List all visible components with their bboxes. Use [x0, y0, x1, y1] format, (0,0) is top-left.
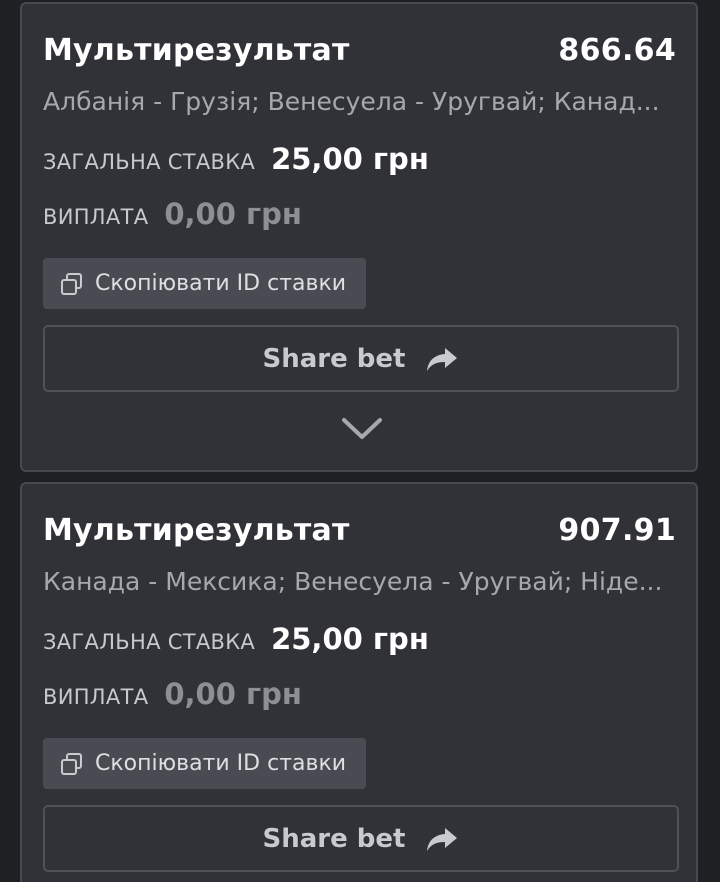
copy-bet-id-label: Скопіювати ID ставки — [95, 751, 347, 776]
bet-type-title: Мультирезультат — [43, 32, 350, 68]
stake-label: ЗАГАЛЬНА СТАВКА — [43, 150, 256, 174]
stake-value: 25,00 грн — [271, 622, 429, 656]
copy-bet-id-label: Скопіювати ID ставки — [95, 271, 347, 296]
payout-row: ВИПЛАТА 0,00 грн — [43, 677, 302, 711]
chevron-down-icon — [341, 416, 383, 446]
share-arrow-icon — [425, 825, 459, 853]
share-bet-label: Share bet — [262, 823, 406, 854]
copy-bet-id-button[interactable]: Скопіювати ID ставки — [43, 738, 366, 789]
bet-card-header: Мультирезультат 907.91 — [43, 510, 676, 550]
bet-history-feed: Мультирезультат 866.64 Албанія - Грузія;… — [0, 0, 720, 882]
bet-odds: 907.91 — [558, 512, 676, 548]
share-arrow-icon — [425, 345, 459, 373]
bet-events: Канада - Мексика; Венесуела - Уругвай; Н… — [43, 567, 663, 596]
bet-card: Мультирезультат 866.64 Албанія - Грузія;… — [20, 2, 698, 472]
share-bet-label: Share bet — [262, 343, 406, 374]
bet-card-header: Мультирезультат 866.64 — [43, 30, 676, 70]
stake-value: 25,00 грн — [271, 142, 429, 176]
bet-card: Мультирезультат 907.91 Канада - Мексика;… — [20, 482, 698, 882]
stake-row: ЗАГАЛЬНА СТАВКА 25,00 грн — [43, 142, 429, 176]
share-bet-button[interactable]: Share bet — [43, 805, 679, 872]
stake-row: ЗАГАЛЬНА СТАВКА 25,00 грн — [43, 622, 429, 656]
payout-label: ВИПЛАТА — [43, 205, 149, 229]
bet-events: Албанія - Грузія; Венесуела - Уругвай; К… — [43, 87, 660, 116]
payout-value: 0,00 грн — [164, 677, 302, 711]
bet-odds: 866.64 — [558, 32, 676, 68]
copy-bet-id-button[interactable]: Скопіювати ID ставки — [43, 258, 366, 309]
bet-type-title: Мультирезультат — [43, 512, 350, 548]
payout-label: ВИПЛАТА — [43, 685, 149, 709]
share-bet-button[interactable]: Share bet — [43, 325, 679, 392]
expand-bet-button[interactable] — [340, 416, 384, 446]
payout-value: 0,00 грн — [164, 197, 302, 231]
payout-row: ВИПЛАТА 0,00 грн — [43, 197, 302, 231]
copy-icon — [59, 751, 85, 777]
stake-label: ЗАГАЛЬНА СТАВКА — [43, 630, 256, 654]
copy-icon — [59, 271, 85, 297]
